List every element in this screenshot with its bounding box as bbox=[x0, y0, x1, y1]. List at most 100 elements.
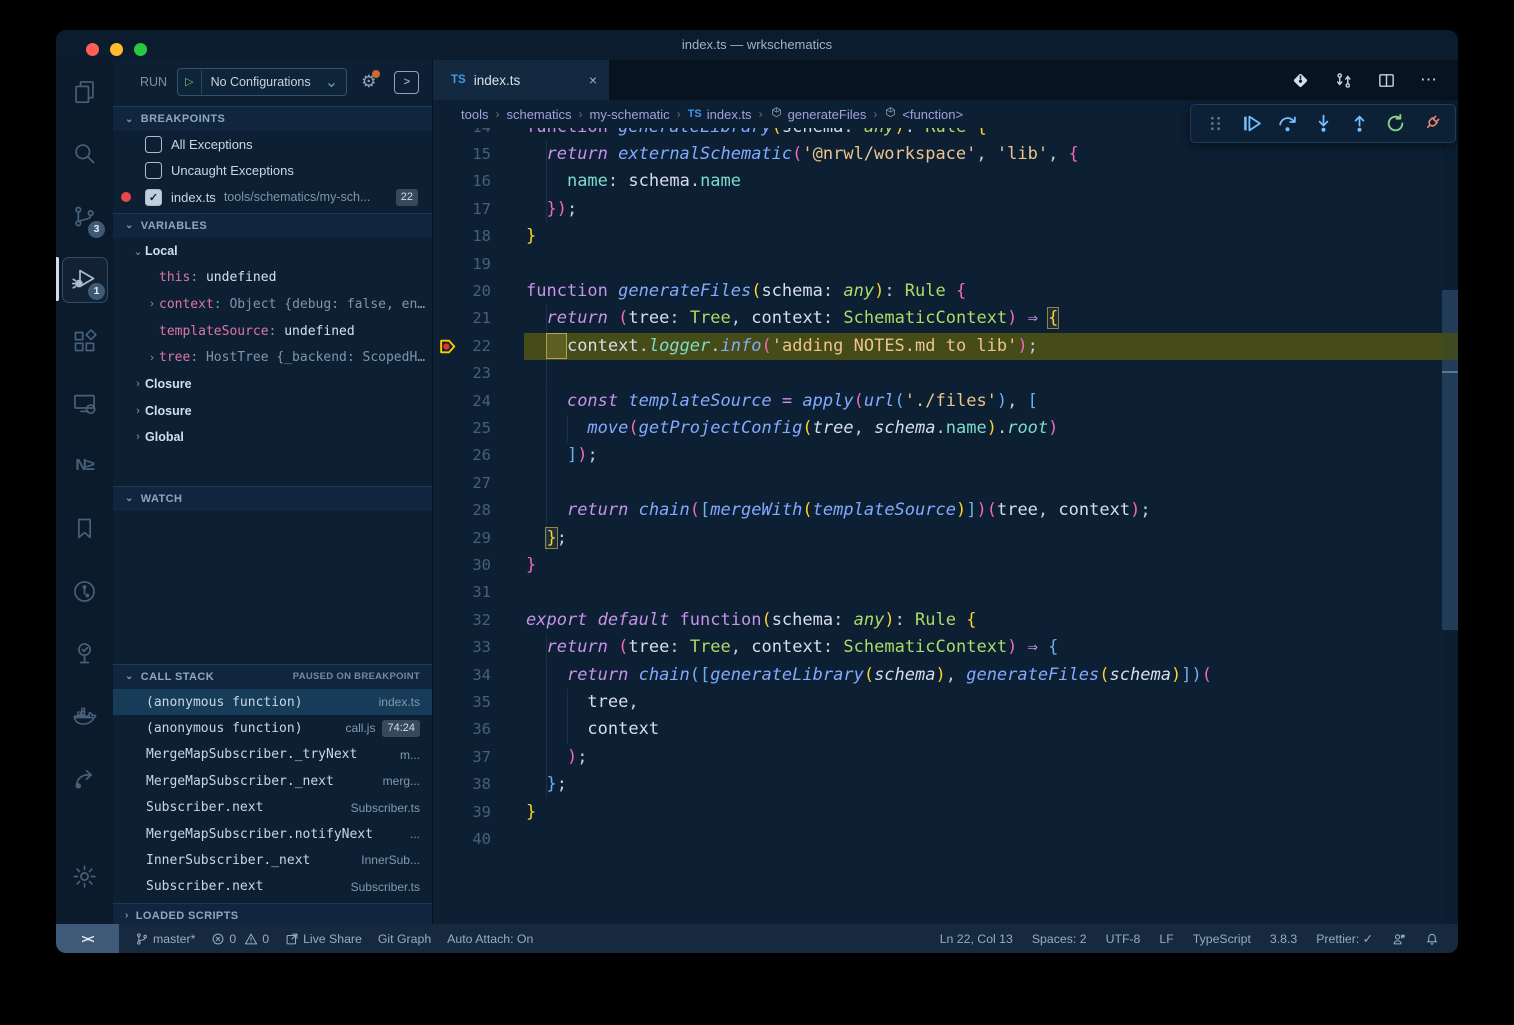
breadcrumb-item[interactable]: generateFiles bbox=[788, 107, 867, 122]
line-number[interactable]: 29 bbox=[433, 525, 491, 552]
call-stack-frame[interactable]: MergeMapSubscriber.notifyNext... bbox=[113, 821, 432, 847]
editor-scrollbar[interactable] bbox=[1442, 100, 1458, 924]
breadcrumb-item[interactable]: my-schematic bbox=[590, 107, 670, 122]
line-number[interactable]: 16 bbox=[433, 168, 491, 195]
line-number[interactable]: 19 bbox=[433, 251, 491, 278]
code-line[interactable]: 38 }; bbox=[433, 771, 1458, 798]
line-number[interactable]: 34 bbox=[433, 662, 491, 689]
section-header-variables[interactable]: ⌄ VARIABLES bbox=[113, 213, 432, 238]
share-activity-item[interactable] bbox=[56, 748, 113, 811]
step-over-button[interactable] bbox=[1269, 109, 1305, 139]
launch-configuration-dropdown[interactable]: ▷ No Configurations ⌄ bbox=[177, 68, 347, 96]
breadcrumb-item[interactable]: index.ts bbox=[707, 107, 752, 122]
line-number[interactable]: 38 bbox=[433, 771, 491, 798]
line-number[interactable]: 20 bbox=[433, 278, 491, 305]
call-stack-frame[interactable]: Subscriber.nextSubscriber.ts bbox=[113, 794, 432, 820]
variable-row[interactable]: templateSource: undefined bbox=[113, 318, 432, 345]
line-number[interactable]: 39 bbox=[433, 799, 491, 826]
status-item[interactable]: UTF-8 bbox=[1106, 932, 1141, 946]
disconnect-button[interactable] bbox=[1413, 109, 1449, 139]
code-line[interactable]: 31 bbox=[433, 579, 1458, 606]
step-into-button[interactable] bbox=[1305, 109, 1341, 139]
code-line[interactable]: 16 name: schema.name bbox=[433, 168, 1458, 195]
code-line[interactable]: 35 tree, bbox=[433, 689, 1458, 716]
code-line[interactable]: 36 context bbox=[433, 716, 1458, 743]
call-stack-frame[interactable]: (anonymous function)index.ts bbox=[113, 689, 432, 715]
variable-row[interactable]: ›tree: HostTree {_backend: ScopedH… bbox=[113, 344, 432, 371]
current-code-line[interactable]: 22 context.logger.info('adding NOTES.md … bbox=[433, 333, 1458, 360]
breakpoint-row[interactable]: Uncaught Exceptions bbox=[113, 158, 432, 185]
line-number[interactable]: 21 bbox=[433, 305, 491, 332]
call-stack-frame[interactable]: MergeMapSubscriber._nextmerg... bbox=[113, 768, 432, 794]
docker-activity-item[interactable] bbox=[56, 685, 113, 748]
restart-button[interactable] bbox=[1377, 109, 1413, 139]
status-item[interactable]: Ln 22, Col 13 bbox=[940, 932, 1013, 946]
status-item[interactable]: Prettier: ✓ bbox=[1316, 932, 1373, 946]
variable-row[interactable]: ⌄Local bbox=[113, 238, 432, 265]
call-stack-frame[interactable]: Subscriber.nextSubscriber.ts bbox=[113, 874, 432, 900]
code-line[interactable]: 33 return (tree: Tree, context: Schemati… bbox=[433, 634, 1458, 661]
more-actions-icon[interactable]: ⋯ bbox=[1420, 70, 1438, 90]
todo-tree-activity-item[interactable] bbox=[56, 623, 113, 686]
code-line[interactable]: 17 }); bbox=[433, 196, 1458, 223]
remote-explorer-activity-item[interactable] bbox=[56, 373, 113, 436]
line-number[interactable]: 28 bbox=[433, 497, 491, 524]
line-number[interactable]: 18 bbox=[433, 223, 491, 250]
code-line[interactable]: 40 bbox=[433, 826, 1458, 853]
gitlens-activity-item[interactable] bbox=[56, 560, 113, 623]
code-line[interactable]: 24 const templateSource = apply(url('./f… bbox=[433, 388, 1458, 415]
bookmarks-activity-item[interactable] bbox=[56, 498, 113, 561]
breakpoint-checkbox[interactable]: ✓ bbox=[145, 189, 162, 206]
status-item-bell[interactable] bbox=[1425, 932, 1439, 946]
variable-row[interactable]: ›context: Object {debug: false, en… bbox=[113, 291, 432, 318]
section-header-call-stack[interactable]: ⌄ CALL STACK PAUSED ON BREAKPOINT bbox=[113, 664, 432, 689]
line-number[interactable]: 31 bbox=[433, 579, 491, 606]
extensions-activity-item[interactable] bbox=[56, 310, 113, 373]
compare-changes-icon[interactable] bbox=[1334, 71, 1353, 90]
line-number[interactable]: 24 bbox=[433, 388, 491, 415]
code-line[interactable]: 23 bbox=[433, 360, 1458, 387]
files-activity-item[interactable] bbox=[56, 60, 113, 123]
line-number[interactable]: 15 bbox=[433, 141, 491, 168]
call-stack-frame[interactable]: InnerSubscriber._nextInnerSub... bbox=[113, 847, 432, 873]
continue-button[interactable] bbox=[1233, 109, 1269, 139]
section-header-watch[interactable]: ⌄ WATCH bbox=[113, 486, 432, 511]
line-number[interactable]: 27 bbox=[433, 470, 491, 497]
code-line[interactable]: 28 return chain([mergeWith(templateSourc… bbox=[433, 497, 1458, 524]
status-item[interactable]: TypeScript bbox=[1193, 932, 1251, 946]
settings-gear-activity-item[interactable] bbox=[56, 846, 113, 909]
line-number[interactable]: 36 bbox=[433, 716, 491, 743]
breadcrumb-item[interactable]: tools bbox=[461, 107, 488, 122]
breadcrumb-item[interactable]: <function> bbox=[902, 107, 963, 122]
status-item[interactable]: LF bbox=[1159, 932, 1173, 946]
line-number[interactable]: 35 bbox=[433, 689, 491, 716]
line-number[interactable]: 40 bbox=[433, 826, 491, 853]
split-editor-icon[interactable] bbox=[1377, 71, 1396, 90]
variable-row[interactable]: ›Global bbox=[113, 424, 432, 451]
section-header-breakpoints[interactable]: ⌄ BREAKPOINTS bbox=[113, 106, 432, 131]
source-control-activity-item[interactable]: 3 bbox=[56, 185, 113, 248]
status-item[interactable]: Auto Attach: On bbox=[447, 932, 533, 946]
tab-index-ts[interactable]: TS index.ts × bbox=[433, 60, 609, 100]
debug-console-icon[interactable]: > bbox=[394, 71, 419, 94]
code-line[interactable]: 32export default function(schema: any): … bbox=[433, 607, 1458, 634]
step-out-button[interactable] bbox=[1341, 109, 1377, 139]
variable-row[interactable]: ›Closure bbox=[113, 371, 432, 398]
status-item-errors[interactable]: 0 bbox=[211, 932, 236, 946]
status-item-branch[interactable]: master* bbox=[135, 932, 195, 946]
line-number[interactable]: 23 bbox=[433, 360, 491, 387]
nx-console-activity-item[interactable]: N≥ bbox=[56, 435, 113, 498]
close-tab-icon[interactable]: × bbox=[589, 72, 597, 88]
code-line[interactable]: 21 return (tree: Tree, context: Schemati… bbox=[433, 305, 1458, 332]
status-item[interactable]: Spaces: 2 bbox=[1032, 932, 1087, 946]
breadcrumb-item[interactable]: schematics bbox=[506, 107, 571, 122]
status-item-live-share[interactable]: Live Share bbox=[285, 932, 362, 946]
configure-gear-icon[interactable]: ⚙ bbox=[361, 72, 376, 92]
start-debug-icon[interactable]: ▷ bbox=[178, 70, 201, 94]
code-line[interactable]: 39} bbox=[433, 799, 1458, 826]
line-number[interactable]: 30 bbox=[433, 552, 491, 579]
drag-handle-button[interactable] bbox=[1197, 109, 1233, 139]
line-number[interactable]: 17 bbox=[433, 196, 491, 223]
line-number[interactable]: 32 bbox=[433, 607, 491, 634]
code-line[interactable]: 18} bbox=[433, 223, 1458, 250]
